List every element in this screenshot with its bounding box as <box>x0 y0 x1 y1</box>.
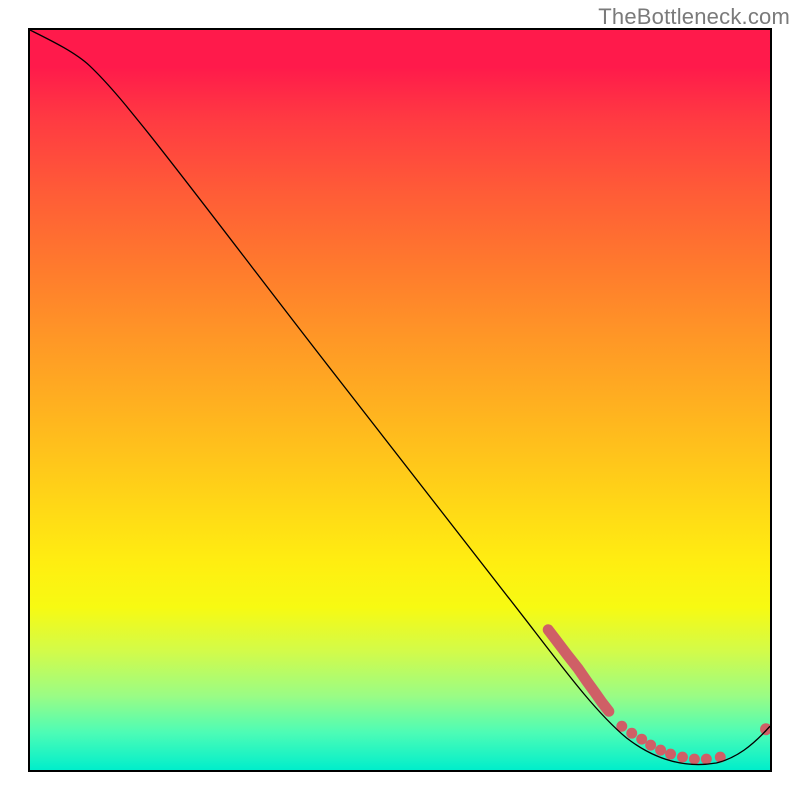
watermark-text: TheBottleneck.com <box>598 4 790 30</box>
chart-frame: TheBottleneck.com <box>0 0 800 800</box>
plot-area <box>28 28 772 772</box>
dot <box>626 728 637 739</box>
dot <box>701 754 712 765</box>
curve-layer <box>30 30 770 770</box>
dot <box>665 749 676 760</box>
dot <box>636 734 647 745</box>
bottleneck-curve <box>30 30 770 765</box>
marker-endpoint <box>760 723 770 735</box>
dot <box>677 752 688 763</box>
dot <box>655 745 666 756</box>
dot <box>689 754 700 765</box>
dot <box>645 740 656 751</box>
marker-descending-segment <box>548 630 609 712</box>
